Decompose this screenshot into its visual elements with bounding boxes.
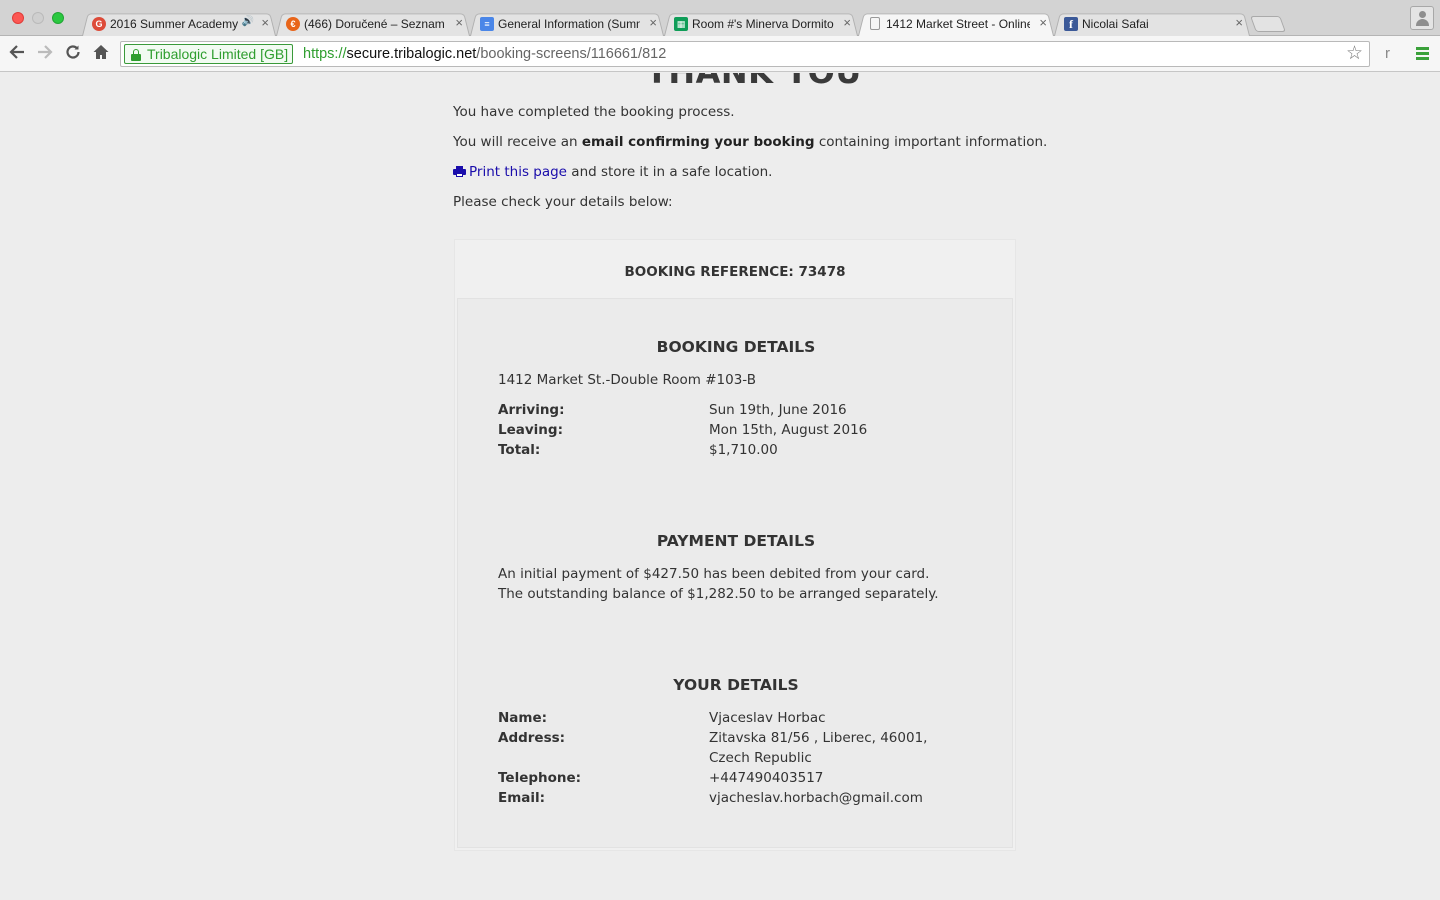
page-viewport: THANK YOU You have completed the booking…: [0, 73, 1440, 900]
outstanding-balance-text: The outstanding balance of $1,282.50 to …: [498, 586, 939, 602]
payment-details-heading: PAYMENT DETAILS: [656, 532, 816, 550]
completed-message: You have completed the booking process.: [453, 104, 735, 120]
tab-title: Room #'s Minerva Dormitory: [692, 17, 834, 31]
fullscreen-window-button[interactable]: [52, 12, 64, 24]
tab-title: 2016 Summer Academy: [110, 17, 238, 31]
tab-market-street-active[interactable]: 1412 Market Street - Online ×: [858, 12, 1054, 37]
extension-icon[interactable]: r: [1385, 45, 1390, 62]
tab-strip: G 2016 Summer Academy 🔊 × € (466) Doruče…: [0, 0, 1440, 37]
page-title: THANK YOU: [646, 73, 862, 91]
lock-icon: [131, 49, 141, 61]
email-value: vjacheslav.horbach@gmail.com: [709, 790, 923, 806]
telephone-label: Telephone:: [498, 770, 582, 786]
person-icon: [1419, 11, 1426, 18]
bookmark-star-icon[interactable]: ☆: [1346, 43, 1363, 65]
total-label: Total:: [498, 442, 541, 458]
tab-nicolai-safai[interactable]: f Nicolai Safai ×: [1054, 12, 1250, 37]
tab-general-information[interactable]: ≡ General Information (Summer ×: [470, 12, 664, 37]
booking-details-heading: BOOKING DETAILS: [656, 338, 816, 356]
print-page-link[interactable]: Print this page: [453, 164, 567, 180]
close-tab-icon[interactable]: ×: [649, 16, 657, 30]
google-sheets-icon: ▦: [674, 17, 688, 31]
back-button[interactable]: [6, 43, 28, 65]
url-text[interactable]: https://secure.tribalogic.net/booking-sc…: [303, 45, 666, 63]
booking-summary-body: BOOKING DETAILS 1412 Market St.-Double R…: [457, 298, 1013, 848]
facebook-icon: f: [1064, 17, 1078, 31]
tab-title: (466) Doručené – Seznam Email: [304, 17, 446, 31]
google-plus-icon: G: [92, 17, 106, 31]
room-description: 1412 Market St.-Double Room #103-B: [498, 372, 756, 388]
audio-playing-icon[interactable]: 🔊: [242, 16, 254, 27]
minimize-window-button[interactable]: [32, 12, 44, 24]
email-message: You will receive an email confirming you…: [453, 134, 1048, 150]
ev-certificate-badge[interactable]: Tribalogic Limited [GB]: [124, 44, 294, 64]
tab-title: 1412 Market Street - Online: [886, 17, 1030, 31]
telephone-value: +447490403517: [709, 770, 824, 786]
leaving-label: Leaving:: [498, 422, 563, 438]
reload-icon: [66, 45, 80, 59]
address-value: Zitavska 81/56 , Liberec, 46001, Czech R…: [709, 730, 928, 766]
address-bar[interactable]: Tribalogic Limited [GB] https://secure.t…: [120, 41, 1370, 67]
browser-toolbar: Tribalogic Limited [GB] https://secure.t…: [0, 36, 1440, 72]
name-value: Vjaceslav Horbac: [709, 710, 826, 726]
arrow-right-icon: [38, 45, 53, 59]
close-tab-icon[interactable]: ×: [1039, 16, 1047, 30]
close-tab-icon[interactable]: ×: [455, 16, 463, 30]
home-button[interactable]: [90, 43, 112, 65]
booking-reference: BOOKING REFERENCE: 73478: [624, 264, 846, 280]
email-label: Email:: [498, 790, 546, 806]
tab-summer-academy[interactable]: G 2016 Summer Academy 🔊 ×: [82, 12, 276, 37]
new-tab-button[interactable]: [1250, 16, 1286, 32]
reload-button[interactable]: [62, 43, 84, 65]
arriving-value: Sun 19th, June 2016: [709, 402, 847, 418]
profile-button[interactable]: [1410, 6, 1434, 30]
name-label: Name:: [498, 710, 548, 726]
arrow-left-icon: [9, 45, 24, 59]
close-tab-icon[interactable]: ×: [843, 16, 851, 30]
forward-button[interactable]: [34, 43, 56, 65]
initial-payment-text: An initial payment of $427.50 has been d…: [498, 566, 930, 582]
total-value: $1,710.00: [709, 442, 778, 458]
your-details-heading: YOUR DETAILS: [673, 676, 799, 694]
printer-icon: [453, 166, 466, 177]
tab-seznam-email[interactable]: € (466) Doručené – Seznam Email ×: [276, 12, 470, 37]
google-docs-icon: ≡: [480, 17, 494, 31]
home-icon: [93, 45, 109, 59]
address-label: Address:: [498, 730, 566, 746]
print-message: Print this page and store it in a safe l…: [453, 164, 1053, 180]
tab-title: General Information (Summer: [498, 17, 640, 31]
arriving-label: Arriving:: [498, 402, 565, 418]
chrome-menu-icon[interactable]: [1416, 47, 1429, 60]
close-tab-icon[interactable]: ×: [1235, 16, 1243, 30]
page-icon: [870, 17, 880, 30]
ev-certificate-label: Tribalogic Limited [GB]: [147, 46, 289, 62]
check-details-message: Please check your details below:: [453, 194, 673, 210]
tab-title: Nicolai Safai: [1082, 17, 1149, 31]
booking-summary-card: BOOKING REFERENCE: 73478 BOOKING DETAILS…: [454, 239, 1016, 851]
leaving-value: Mon 15th, August 2016: [709, 422, 868, 438]
seznam-icon: €: [286, 17, 300, 31]
close-window-button[interactable]: [12, 12, 24, 24]
tab-room-numbers[interactable]: ▦ Room #'s Minerva Dormitory ×: [664, 12, 858, 37]
close-tab-icon[interactable]: ×: [261, 16, 269, 30]
